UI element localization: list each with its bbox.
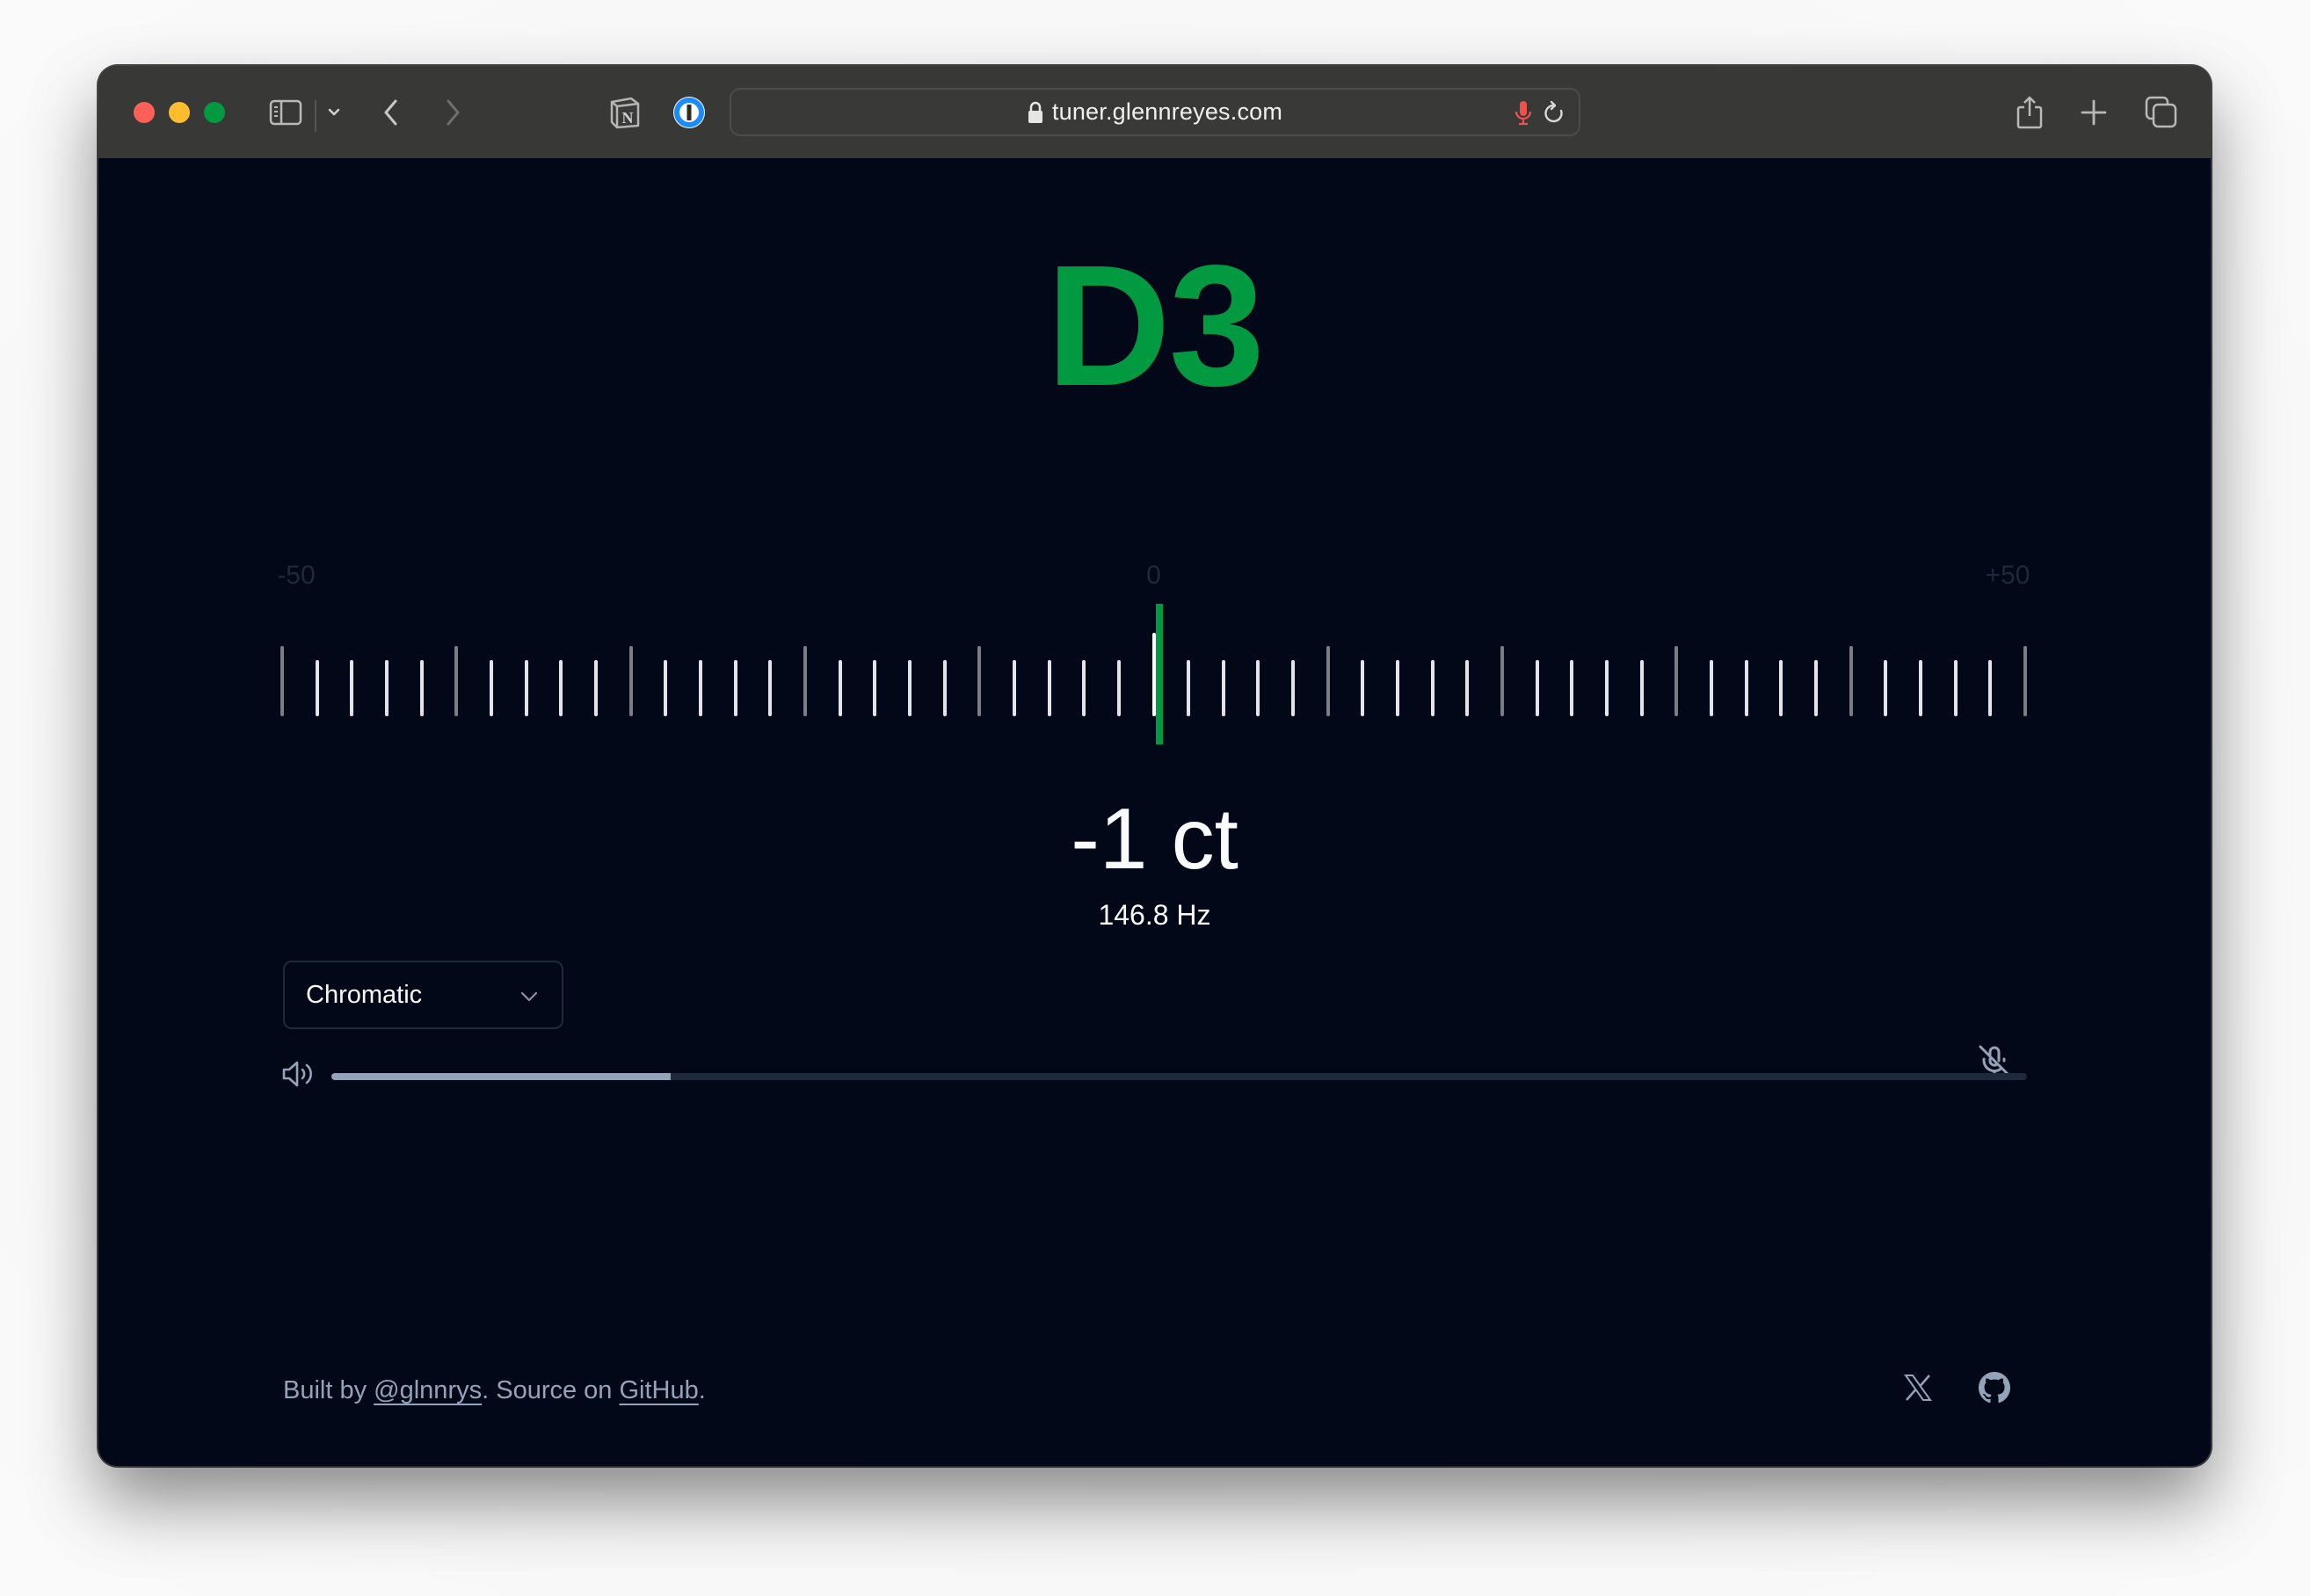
chevron-down-icon[interactable] bbox=[325, 97, 343, 128]
scale-tick-minor bbox=[873, 660, 877, 716]
scale-tick-minor bbox=[1779, 660, 1783, 716]
scale-tick-minor bbox=[419, 660, 424, 716]
scale-tick-minor bbox=[1744, 660, 1748, 716]
scale-tick-minor bbox=[698, 660, 702, 716]
address-bar[interactable]: tuner.glennreyes.com bbox=[730, 88, 1580, 136]
scale-tick-minor bbox=[489, 660, 493, 716]
author-link[interactable]: @glnnrys bbox=[374, 1376, 482, 1404]
github-icon[interactable] bbox=[1979, 1372, 2010, 1408]
close-window-button[interactable] bbox=[134, 102, 155, 123]
scale-tick-minor bbox=[1291, 660, 1296, 716]
tuning-mode-value: Chromatic bbox=[306, 980, 423, 1009]
scale-tick-minor bbox=[1082, 660, 1086, 716]
scale-tick-minor bbox=[1710, 660, 1714, 716]
github-source-link[interactable]: GitHub bbox=[619, 1376, 698, 1404]
cents-readout: -1 ct bbox=[1071, 790, 1239, 887]
minimize-window-button[interactable] bbox=[169, 102, 190, 123]
scale-tick-minor bbox=[1047, 660, 1051, 716]
volume-slider-fill bbox=[331, 1073, 671, 1080]
footer-text-suffix: . bbox=[698, 1376, 706, 1404]
scale-tick-minor bbox=[664, 660, 668, 716]
scale-tick-minor bbox=[1116, 660, 1121, 716]
x-icon[interactable] bbox=[1903, 1373, 1933, 1407]
frequency-readout: 146.8 Hz bbox=[1098, 899, 1211, 931]
share-icon[interactable] bbox=[2015, 96, 2045, 129]
scale-tick-major bbox=[1500, 646, 1505, 716]
scale-tick-minor bbox=[1256, 660, 1260, 716]
scale-tick-major bbox=[280, 646, 284, 716]
sidebar-icon[interactable] bbox=[269, 97, 304, 128]
scale-tick-minor bbox=[315, 660, 319, 716]
scale-tick-minor bbox=[559, 660, 563, 716]
scale-tick-minor bbox=[733, 660, 737, 716]
scale-label-center: 0 bbox=[1146, 561, 1161, 590]
scale-tick-minor bbox=[1988, 660, 1993, 716]
scale-tick-minor bbox=[1361, 660, 1365, 716]
detected-note: D3 bbox=[1046, 229, 1265, 422]
footer-text-middle: . Source on bbox=[482, 1376, 620, 1404]
toolbar-divider bbox=[315, 100, 316, 132]
scale-tick-major bbox=[977, 646, 982, 716]
volume-icon[interactable] bbox=[281, 1060, 316, 1092]
scale-tick-minor bbox=[1605, 660, 1609, 716]
scale-tick-minor bbox=[907, 660, 912, 716]
scale-tick-minor bbox=[1953, 660, 1958, 716]
svg-text:N: N bbox=[622, 109, 634, 127]
new-tab-icon[interactable] bbox=[2080, 97, 2108, 128]
footer-text-prefix: Built by bbox=[283, 1376, 374, 1404]
scale-tick-minor bbox=[1570, 660, 1574, 716]
scale-tick-major bbox=[454, 646, 459, 716]
scale-tick-minor bbox=[1012, 660, 1016, 716]
browser-toolbar: N tuner.glennreyes.com bbox=[98, 66, 2211, 159]
url-text[interactable]: tuner.glennreyes.com bbox=[1052, 98, 1282, 126]
scale-tick-minor bbox=[838, 660, 842, 716]
tab-overview-icon[interactable] bbox=[2145, 96, 2178, 128]
scale-tick-minor bbox=[1919, 660, 1923, 716]
1password-extension-icon[interactable] bbox=[672, 97, 707, 128]
scale-tick-minor bbox=[384, 660, 389, 716]
scale-tick-minor bbox=[1221, 660, 1225, 716]
scale-tick-minor bbox=[768, 660, 773, 716]
browser-window: N tuner.glennreyes.com D3 -50 0 +50 -1 c… bbox=[98, 66, 2211, 1466]
scale-tick-minor bbox=[1465, 660, 1470, 716]
notion-extension-icon[interactable]: N bbox=[607, 97, 642, 129]
scale-tick-major bbox=[1326, 646, 1330, 716]
back-icon[interactable] bbox=[380, 97, 403, 128]
scale-tick-minor bbox=[1430, 660, 1435, 716]
scale-tick-minor bbox=[1396, 660, 1400, 716]
scale-tick-major bbox=[2023, 646, 2027, 716]
reload-icon[interactable] bbox=[1542, 100, 1566, 131]
scale-tick-minor bbox=[1884, 660, 1888, 716]
pitch-needle bbox=[1155, 604, 1163, 744]
scale-tick-major bbox=[1674, 646, 1679, 716]
scale-tick-major bbox=[1849, 646, 1853, 716]
scale-tick-minor bbox=[524, 660, 528, 716]
lock-icon bbox=[1028, 101, 1043, 124]
scale-tick-minor bbox=[1535, 660, 1539, 716]
scale-label-max: +50 bbox=[1985, 561, 2030, 590]
volume-slider[interactable] bbox=[331, 1073, 2027, 1080]
scale-tick-minor bbox=[1814, 660, 1819, 716]
forward-icon[interactable] bbox=[441, 97, 464, 128]
scale-tick-minor bbox=[350, 660, 354, 716]
scale-label-min: -50 bbox=[277, 561, 316, 590]
scale-tick-major bbox=[803, 646, 807, 716]
scale-tick-major bbox=[628, 646, 633, 716]
zoom-window-button[interactable] bbox=[204, 102, 225, 123]
microphone-in-use-icon[interactable] bbox=[1514, 100, 1533, 131]
scale-tick-minor bbox=[593, 660, 598, 716]
scale-tick-minor bbox=[1187, 660, 1191, 716]
scale-tick-minor bbox=[942, 660, 947, 716]
tuning-mode-select[interactable]: Chromatic bbox=[283, 961, 563, 1029]
chevron-down-icon bbox=[519, 981, 539, 1010]
scale-tick-minor bbox=[1639, 660, 1644, 716]
tuner-page: D3 -50 0 +50 -1 ct 146.8 Hz Chromatic Bu… bbox=[98, 158, 2211, 1466]
footer-credits: Built by @glnnrys. Source on GitHub. bbox=[283, 1375, 706, 1406]
